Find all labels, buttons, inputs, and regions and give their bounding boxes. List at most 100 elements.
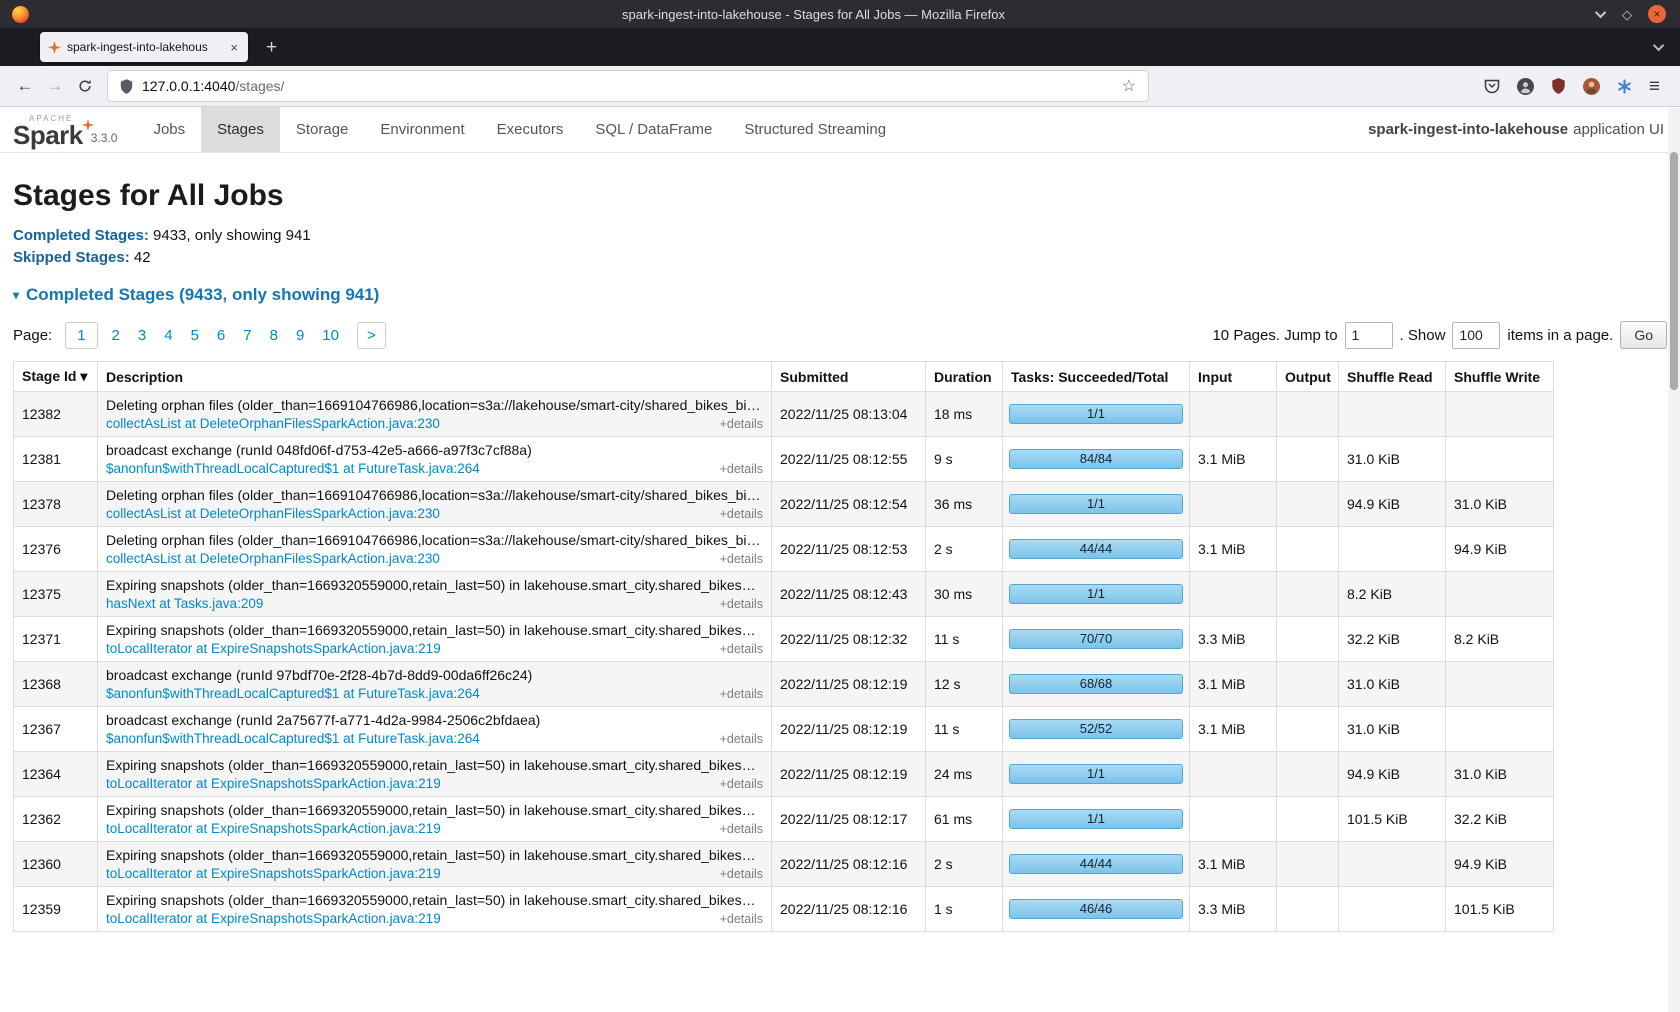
spark-nav-sql-dataframe[interactable]: SQL / DataFrame — [579, 107, 728, 152]
list-all-tabs-icon[interactable] — [1656, 43, 1664, 51]
column-header-description[interactable]: Description — [98, 362, 772, 392]
page-link-5[interactable]: 5 — [191, 327, 199, 344]
column-header-input[interactable]: Input — [1190, 362, 1277, 392]
details-toggle[interactable]: +details — [720, 552, 763, 566]
page-link-2[interactable]: 2 — [112, 327, 120, 344]
details-toggle[interactable]: +details — [720, 912, 763, 926]
input-cell: 3.3 MiB — [1190, 887, 1277, 932]
page-link-6[interactable]: 6 — [217, 327, 225, 344]
duration-cell: 12 s — [926, 662, 1003, 707]
column-header-stage-id[interactable]: Stage Id ▾ — [14, 362, 98, 392]
tasks-progress-bar: 44/44 — [1009, 539, 1183, 559]
page-scrollbar[interactable] — [1668, 108, 1680, 1012]
details-toggle[interactable]: +details — [720, 822, 763, 836]
details-toggle[interactable]: +details — [720, 417, 763, 431]
details-toggle[interactable]: +details — [720, 507, 763, 521]
spark-nav-executors[interactable]: Executors — [481, 107, 580, 152]
new-tab-button[interactable]: + — [262, 38, 281, 57]
stage-id-cell: 12371 — [14, 617, 98, 662]
extension-asterisk-icon[interactable] — [1617, 79, 1632, 94]
browser-tab[interactable]: spark-ingest-into-lakehous × — [40, 32, 248, 62]
tasks-progress-label: 70/70 — [1010, 630, 1182, 648]
page-link-9[interactable]: 9 — [296, 327, 304, 344]
details-toggle[interactable]: +details — [720, 867, 763, 881]
details-toggle[interactable]: +details — [720, 687, 763, 701]
page-link-4[interactable]: 4 — [164, 327, 172, 344]
scrollbar-thumb[interactable] — [1670, 152, 1678, 390]
stage-row: 12364 Expiring snapshots (older_than=166… — [14, 752, 1554, 797]
back-button[interactable]: ← — [10, 72, 40, 100]
spark-nav-environment[interactable]: Environment — [364, 107, 480, 152]
details-toggle[interactable]: +details — [720, 597, 763, 611]
items-per-page-input[interactable] — [1452, 322, 1500, 349]
bookmark-star-icon[interactable]: ☆ — [1122, 76, 1136, 96]
stage-callsite-link[interactable]: toLocalIterator at ExpireSnapshotsSparkA… — [106, 866, 441, 881]
tasks-cell: 1/1 — [1003, 752, 1190, 797]
tasks-cell: 1/1 — [1003, 392, 1190, 437]
account-icon[interactable] — [1517, 78, 1534, 95]
spark-logo[interactable]: APACHE Spark — [13, 114, 83, 147]
stage-callsite-link[interactable]: toLocalIterator at ExpireSnapshotsSparkA… — [106, 776, 441, 791]
jump-to-page-input[interactable] — [1345, 322, 1393, 349]
details-toggle[interactable]: +details — [720, 777, 763, 791]
stage-callsite-link[interactable]: $anonfun$withThreadLocalCaptured$1 at Fu… — [106, 686, 480, 701]
maximize-icon[interactable]: ◇ — [1622, 8, 1632, 21]
shuffle-read-cell: 8.2 KiB — [1339, 572, 1446, 617]
stage-callsite-link[interactable]: $anonfun$withThreadLocalCaptured$1 at Fu… — [106, 461, 480, 476]
page-link-8[interactable]: 8 — [270, 327, 278, 344]
details-toggle[interactable]: +details — [720, 732, 763, 746]
forward-button[interactable]: → — [40, 72, 70, 100]
column-header-duration[interactable]: Duration — [926, 362, 1003, 392]
tasks-progress-bar: 68/68 — [1009, 674, 1183, 694]
column-header-tasks-succeeded-total[interactable]: Tasks: Succeeded/Total — [1003, 362, 1190, 392]
details-toggle[interactable]: +details — [720, 462, 763, 476]
submitted-cell: 2022/11/25 08:12:19 — [772, 707, 926, 752]
shuffle-read-cell — [1339, 887, 1446, 932]
stage-callsite-link[interactable]: collectAsList at DeleteOrphanFilesSparkA… — [106, 506, 440, 521]
spark-nav-stages[interactable]: Stages — [201, 107, 280, 152]
stage-callsite-link[interactable]: collectAsList at DeleteOrphanFilesSparkA… — [106, 416, 440, 431]
completed-stages-link[interactable]: Completed Stages: — [13, 227, 149, 244]
stage-callsite-link[interactable]: toLocalIterator at ExpireSnapshotsSparkA… — [106, 911, 441, 926]
stage-id-cell: 12359 — [14, 887, 98, 932]
stage-callsite-link[interactable]: hasNext at Tasks.java:209 — [106, 596, 263, 611]
spark-nav-structured-streaming[interactable]: Structured Streaming — [728, 107, 902, 152]
pages-summary: 10 Pages. Jump to — [1212, 327, 1337, 344]
reload-button[interactable] — [70, 72, 100, 100]
tasks-cell: 46/46 — [1003, 887, 1190, 932]
output-cell — [1277, 392, 1339, 437]
page-link-10[interactable]: 10 — [322, 327, 339, 344]
page-link-7[interactable]: 7 — [243, 327, 251, 344]
input-cell: 3.1 MiB — [1190, 437, 1277, 482]
url-bar[interactable]: 127.0.0.1:4040/stages/ ☆ — [108, 71, 1148, 101]
completed-stages-section-toggle[interactable]: ▾ Completed Stages (9433, only showing 9… — [13, 285, 1667, 305]
column-header-shuffle-read[interactable]: Shuffle Read — [1339, 362, 1446, 392]
spark-nav-jobs[interactable]: Jobs — [137, 107, 201, 152]
go-button[interactable]: Go — [1620, 321, 1667, 349]
stage-id-cell: 12368 — [14, 662, 98, 707]
stage-callsite-link[interactable]: collectAsList at DeleteOrphanFilesSparkA… — [106, 551, 440, 566]
page-link-1[interactable]: 1 — [65, 322, 97, 349]
ublock-shield-icon[interactable] — [1551, 78, 1566, 94]
page-link-3[interactable]: 3 — [138, 327, 146, 344]
hamburger-menu-icon[interactable]: ≡ — [1649, 77, 1660, 96]
column-header-shuffle-write[interactable]: Shuffle Write — [1446, 362, 1554, 392]
spark-nav-storage[interactable]: Storage — [280, 107, 365, 152]
tab-close-icon[interactable]: × — [228, 41, 240, 54]
stage-callsite-link[interactable]: toLocalIterator at ExpireSnapshotsSparkA… — [106, 641, 441, 656]
stage-callsite-link[interactable]: toLocalIterator at ExpireSnapshotsSparkA… — [106, 821, 441, 836]
column-header-output[interactable]: Output — [1277, 362, 1339, 392]
stage-description: Expiring snapshots (older_than=166932055… — [106, 622, 763, 638]
stage-callsite-link[interactable]: $anonfun$withThreadLocalCaptured$1 at Fu… — [106, 731, 480, 746]
description-cell: broadcast exchange (runId 2a75677f-a771-… — [98, 707, 772, 752]
tracking-protection-shield-icon[interactable] — [120, 79, 133, 94]
column-header-submitted[interactable]: Submitted — [772, 362, 926, 392]
pocket-icon[interactable] — [1484, 78, 1500, 94]
skipped-stages-link[interactable]: Skipped Stages: — [13, 249, 130, 266]
details-toggle[interactable]: +details — [720, 642, 763, 656]
completed-stages-summary: Completed Stages: 9433, only showing 941 — [13, 227, 1667, 244]
profile-avatar-icon[interactable] — [1583, 78, 1600, 95]
close-window-icon[interactable]: × — [1648, 5, 1666, 23]
next-page-button[interactable]: > — [357, 322, 386, 349]
shuffle-write-cell: 94.9 KiB — [1446, 842, 1554, 887]
